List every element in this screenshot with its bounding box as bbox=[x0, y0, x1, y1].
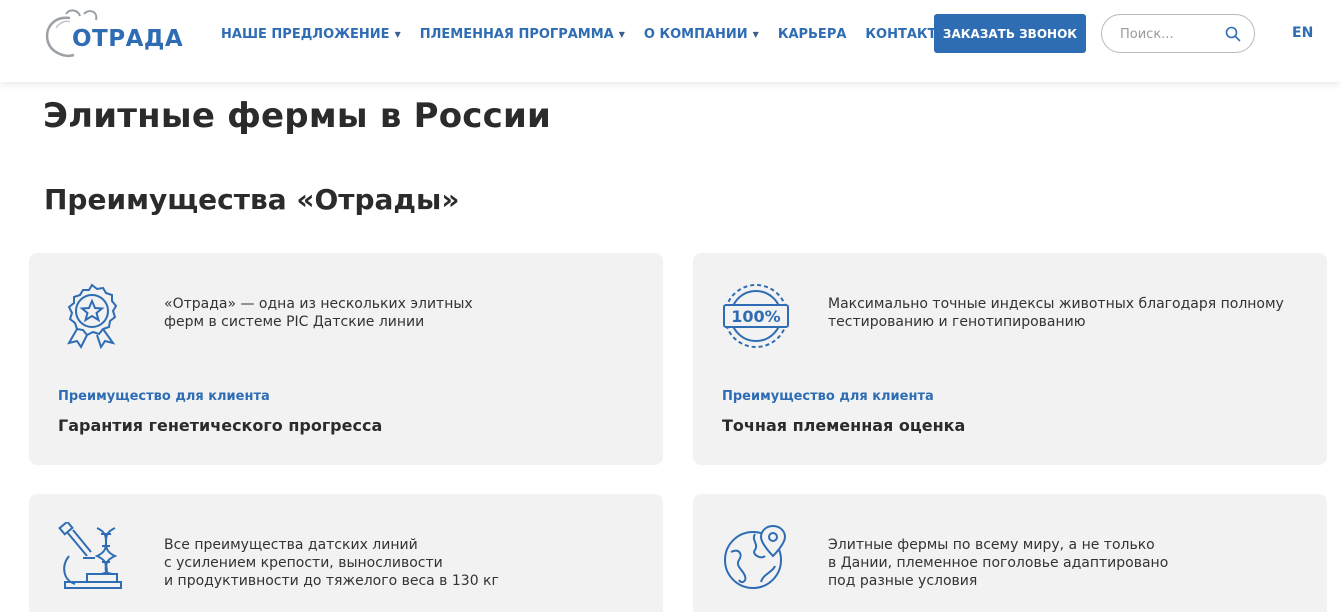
search-input[interactable] bbox=[1120, 24, 1220, 44]
card-title: Точная племенная оценка bbox=[722, 416, 966, 435]
caret-down-icon: ▼ bbox=[618, 29, 625, 39]
language-switch[interactable]: EN bbox=[1292, 25, 1313, 41]
nav-item-label: ПЛЕМЕННАЯ ПРОГРАММА bbox=[419, 26, 614, 42]
caret-down-icon: ▼ bbox=[394, 29, 401, 39]
hundred-percent-badge-icon: 100% bbox=[723, 284, 789, 348]
card-description: Элитные фермы по всему миру, а не только… bbox=[828, 537, 1169, 589]
search-icon[interactable] bbox=[1225, 26, 1241, 42]
advantage-card: Все преимущества датских линий с усилени… bbox=[29, 494, 663, 612]
nav-item-label: КАРЬЕРА bbox=[777, 26, 847, 42]
svg-text:100%: 100% bbox=[731, 307, 780, 326]
main-nav: НАШЕ ПРЕДЛОЖЕНИЕ ▼ ПЛЕМЕННАЯ ПРОГРАММА ▼… bbox=[221, 24, 950, 44]
nav-item-about[interactable]: О КОМПАНИИ ▼ bbox=[644, 27, 759, 42]
nav-item-career[interactable]: КАРЬЕРА bbox=[778, 27, 847, 42]
award-star-icon bbox=[66, 283, 118, 350]
advantage-card: 100% Максимально точные индексы животных… bbox=[693, 253, 1327, 465]
caret-down-icon: ▼ bbox=[752, 29, 759, 39]
card-title: Гарантия генетического прогресса bbox=[58, 416, 383, 435]
page-title: Элитные фермы в России bbox=[43, 96, 552, 136]
advantage-card: Элитные фермы по всему миру, а не только… bbox=[693, 494, 1327, 612]
card-description: Максимально точные индексы животных благ… bbox=[828, 296, 1284, 330]
nav-item-label: НАШЕ ПРЕДЛОЖЕНИЕ bbox=[221, 26, 390, 42]
nav-item-offer[interactable]: НАШЕ ПРЕДЛОЖЕНИЕ ▼ bbox=[221, 27, 401, 42]
advantage-card: «Отрада» — одна из нескольких элитных фе… bbox=[29, 253, 663, 465]
nav-item-breeding-program[interactable]: ПЛЕМЕННАЯ ПРОГРАММА ▼ bbox=[420, 27, 625, 42]
nav-item-label: О КОМПАНИИ bbox=[643, 26, 748, 42]
site-header: ОТРАДА НАШЕ ПРЕДЛОЖЕНИЕ ▼ ПЛЕМЕННАЯ ПРОГ… bbox=[0, 0, 1340, 82]
section-title: Преимущества «Отрады» bbox=[44, 183, 460, 216]
logo-text: ОТРАДА bbox=[72, 26, 184, 52]
card-description: «Отрада» — одна из нескольких элитных фе… bbox=[164, 296, 473, 330]
search-box bbox=[1101, 14, 1255, 53]
microscope-dna-icon bbox=[58, 522, 122, 589]
logo[interactable]: ОТРАДА bbox=[40, 8, 190, 60]
card-kicker: Преимущество для клиента bbox=[58, 389, 270, 404]
card-kicker: Преимущество для клиента bbox=[722, 389, 934, 404]
order-call-button[interactable]: ЗАКАЗАТЬ ЗВОНОК bbox=[934, 14, 1086, 53]
globe-location-icon bbox=[724, 524, 787, 589]
card-description: Все преимущества датских линий с усилени… bbox=[164, 537, 499, 589]
